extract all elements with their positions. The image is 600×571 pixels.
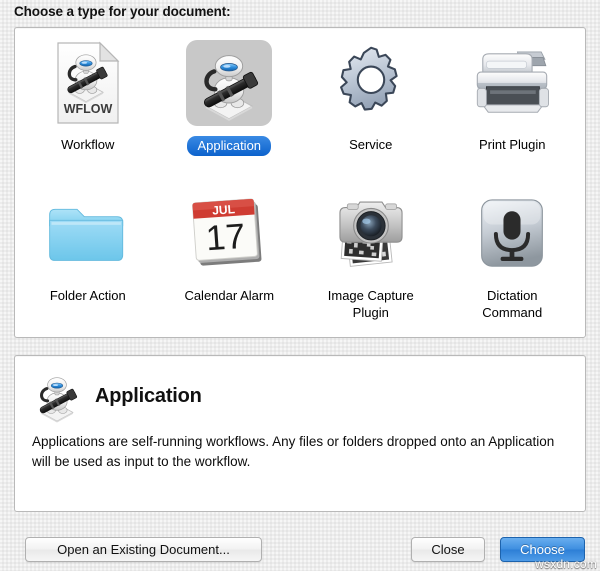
document-type-calendar-alarm[interactable]: JUL 17 Calendar Alarm xyxy=(159,185,301,336)
description-panel: Application Applications are self-runnin… xyxy=(14,355,586,512)
document-type-workflow[interactable]: WFLOW Workflow xyxy=(17,34,159,185)
microphone-icon xyxy=(469,191,555,277)
document-type-print-plugin[interactable]: Print Plugin xyxy=(442,34,584,185)
document-type-label: Folder Action xyxy=(49,287,126,303)
calendar-icon: JUL 17 xyxy=(186,191,272,277)
document-type-label: Workflow xyxy=(61,137,115,152)
document-type-grid-panel: WFLOW Workflow Application Service Print… xyxy=(14,27,586,338)
gear-icon xyxy=(328,40,414,126)
document-type-label: Service xyxy=(349,137,393,152)
document-type-label: Image Capture Plugin xyxy=(327,287,414,320)
workflow-badge-text: WFLOW xyxy=(63,102,112,116)
document-type-label: Application xyxy=(187,136,272,156)
document-type-folder-action[interactable]: Folder Action xyxy=(17,185,159,336)
camera-icon xyxy=(328,191,414,277)
document-type-grid: WFLOW Workflow Application Service Print… xyxy=(15,28,585,337)
open-existing-document-button[interactable]: Open an Existing Document... xyxy=(25,537,262,562)
calendar-month-text: JUL xyxy=(212,202,236,218)
document-type-label: Calendar Alarm xyxy=(184,287,275,303)
folder-icon xyxy=(45,191,131,277)
application-robot-icon xyxy=(31,370,83,424)
description-header: Application xyxy=(31,370,202,424)
close-button[interactable]: Close xyxy=(411,537,485,562)
description-body: Applications are self-running workflows.… xyxy=(32,434,555,469)
workflow-document-icon: WFLOW xyxy=(45,40,131,126)
calendar-day-text: 17 xyxy=(205,216,247,258)
description-title: Application xyxy=(95,384,202,407)
document-type-label: Dictation Command xyxy=(482,287,543,320)
application-robot-icon xyxy=(186,40,273,126)
document-type-dictation-command[interactable]: Dictation Command xyxy=(442,185,584,336)
choose-document-type-dialog: Choose a type for your document: WFLOW W… xyxy=(0,0,600,571)
page-title: Choose a type for your document: xyxy=(14,4,231,19)
watermark: wsxdn.com xyxy=(535,557,597,571)
printer-icon xyxy=(469,40,555,126)
document-type-label: Print Plugin xyxy=(479,137,546,152)
document-type-service[interactable]: Service xyxy=(300,34,442,185)
document-type-application[interactable]: Application xyxy=(159,34,301,185)
document-type-image-capture-plugin[interactable]: Image Capture Plugin xyxy=(300,185,442,336)
